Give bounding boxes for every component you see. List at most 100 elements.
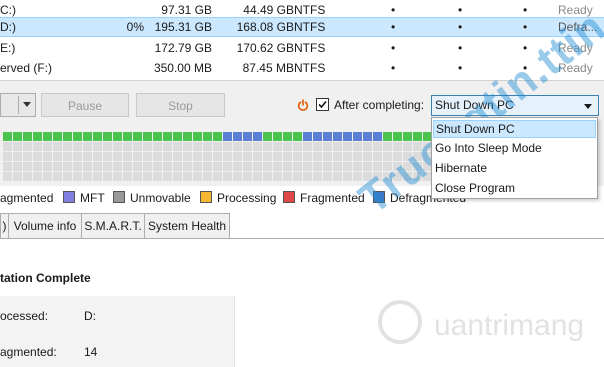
cluster-cell	[113, 132, 122, 141]
cluster-cell	[193, 142, 202, 151]
drive-capacity: 172.79 GB	[154, 41, 212, 55]
cluster-cell	[273, 162, 282, 171]
stop-button[interactable]: Stop	[136, 93, 225, 117]
chevron-down-icon[interactable]	[23, 102, 31, 107]
cluster-cell	[13, 142, 22, 151]
cluster-cell	[143, 152, 152, 161]
cluster-cell	[53, 162, 62, 171]
legend-swatch	[113, 191, 125, 203]
cluster-cell	[33, 142, 42, 151]
cluster-cell	[153, 152, 162, 161]
cluster-cell	[203, 132, 212, 141]
cluster-cell	[213, 162, 222, 171]
cluster-cell	[393, 132, 402, 141]
cluster-cell	[233, 142, 242, 151]
cluster-cell	[343, 172, 352, 181]
legend-item: agmented	[0, 191, 53, 205]
cluster-cell	[303, 142, 312, 151]
cluster-cell	[293, 142, 302, 151]
cluster-cell	[313, 132, 322, 141]
cluster-cell	[63, 142, 72, 151]
cluster-cell	[203, 162, 212, 171]
cluster-cell	[323, 142, 332, 151]
cluster-cell	[133, 132, 142, 141]
cluster-cell	[33, 172, 42, 181]
cluster-cell	[223, 172, 232, 181]
power-icon[interactable]	[297, 99, 309, 111]
cluster-cell	[63, 172, 72, 181]
cluster-cell	[193, 162, 202, 171]
cluster-cell	[223, 152, 232, 161]
cluster-cell	[73, 132, 82, 141]
cluster-cell	[343, 142, 352, 151]
cluster-cell	[133, 142, 142, 151]
cluster-cell	[303, 152, 312, 161]
cluster-cell	[233, 152, 242, 161]
pause-button[interactable]: Pause	[41, 93, 129, 117]
cluster-cell	[83, 152, 92, 161]
cluster-cell	[43, 172, 52, 181]
cluster-cell	[113, 142, 122, 151]
cluster-cell	[3, 162, 12, 171]
cluster-cell	[73, 142, 82, 151]
cluster-cell	[333, 152, 342, 161]
cluster-cell	[23, 152, 32, 161]
dot-icon: •	[391, 41, 396, 55]
cluster-cell	[3, 132, 12, 141]
cluster-cell	[193, 172, 202, 181]
tab-system-health[interactable]: System Health	[144, 213, 230, 238]
legend-swatch	[63, 191, 75, 203]
cluster-cell	[143, 142, 152, 151]
cluster-cell	[183, 152, 192, 161]
option-shut-down-pc[interactable]: Shut Down PC	[433, 120, 596, 138]
option-close-program[interactable]: Close Program	[433, 179, 596, 197]
cluster-cell	[113, 172, 122, 181]
cluster-cell	[23, 162, 32, 171]
cluster-cell	[263, 132, 272, 141]
dot-icon: •	[458, 61, 463, 75]
cluster-cell	[303, 172, 312, 181]
info-box: ocessed: D: agmented: 14	[0, 296, 235, 367]
cluster-cell	[353, 162, 362, 171]
tab-smart[interactable]: S.M.A.R.T.	[81, 213, 145, 238]
cluster-cell	[53, 132, 62, 141]
cluster-cell	[143, 162, 152, 171]
drive-free: 168.08 GB	[236, 20, 294, 34]
legend-label: Processing	[217, 191, 277, 205]
defrag-split-button[interactable]	[0, 93, 36, 117]
cluster-cell	[353, 132, 362, 141]
cluster-cell	[273, 172, 282, 181]
cluster-cell	[283, 132, 292, 141]
drive-name: E:)	[0, 41, 16, 55]
cluster-cell	[113, 162, 122, 171]
panel-heading: tation Complete	[0, 271, 91, 285]
tab-volume-info[interactable]: Volume info	[8, 213, 82, 238]
cluster-cell	[323, 152, 332, 161]
drive-free: 87.45 MB	[242, 61, 294, 75]
split-separator	[18, 96, 19, 114]
cluster-cell	[13, 152, 22, 161]
cluster-cell	[383, 132, 392, 141]
cluster-cell	[363, 132, 372, 141]
cluster-cell	[203, 152, 212, 161]
option-sleep-mode[interactable]: Go Into Sleep Mode	[433, 139, 596, 157]
legend-item: Processing	[200, 191, 276, 205]
cluster-cell	[103, 172, 112, 181]
cluster-cell	[253, 132, 262, 141]
cluster-cell	[333, 162, 342, 171]
drive-row-e[interactable]: E:) 172.79 GB 170.62 GB NTFS • • • Ready	[0, 38, 604, 58]
cluster-cell	[353, 142, 362, 151]
cluster-cell	[203, 142, 212, 151]
cluster-cell	[243, 132, 252, 141]
cluster-cell	[373, 142, 382, 151]
dot-icon: •	[391, 61, 396, 75]
cluster-cell	[213, 132, 222, 141]
drive-row-d[interactable]: D:) 0% 195.31 GB 168.08 GB NTFS • • • De…	[0, 17, 604, 37]
cluster-cell	[223, 142, 232, 151]
cluster-cell	[303, 162, 312, 171]
cluster-cell	[333, 132, 342, 141]
cluster-cell	[103, 162, 112, 171]
after-completing-checkbox[interactable]	[316, 98, 329, 111]
checkmark-icon	[318, 100, 327, 109]
option-hibernate[interactable]: Hibernate	[433, 159, 596, 177]
